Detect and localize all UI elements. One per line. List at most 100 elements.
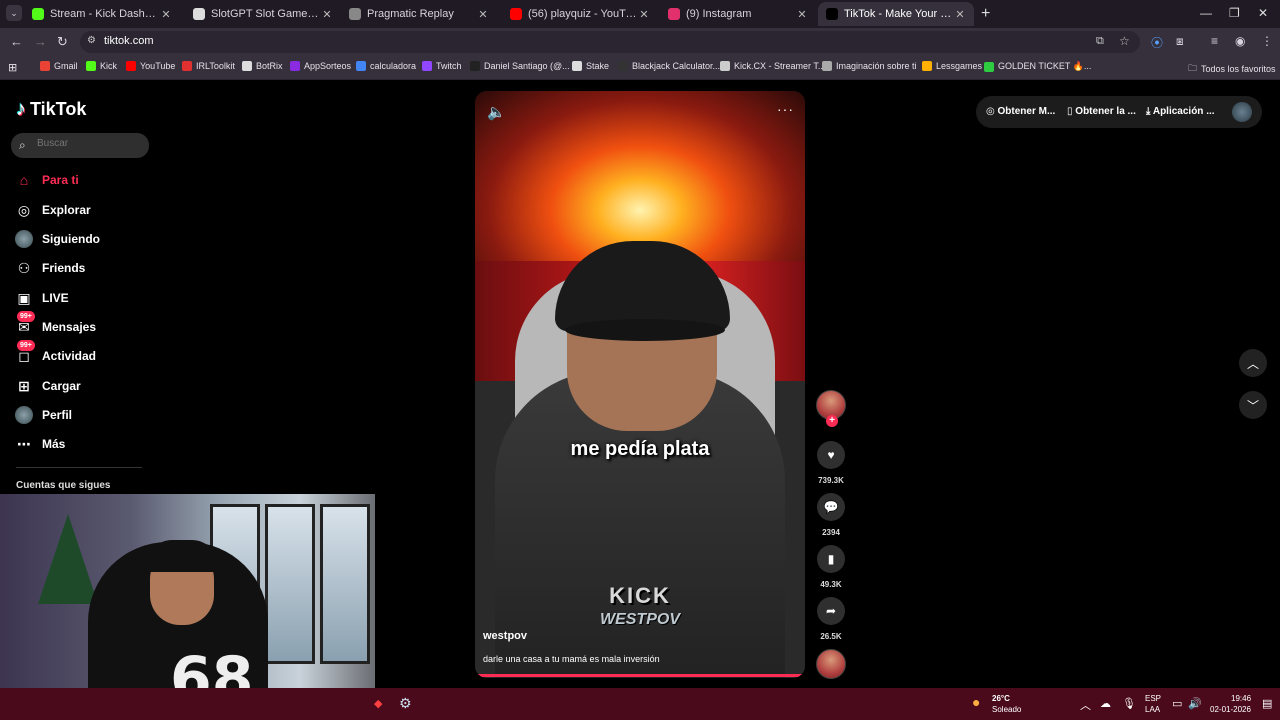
video-username[interactable]: westpov bbox=[483, 630, 527, 642]
sidebar-item-live-tv[interactable]: ▣ LIVE bbox=[15, 287, 68, 309]
video-progress-bar[interactable] bbox=[475, 674, 805, 677]
browser-menu-icon[interactable]: ⋮ bbox=[1261, 34, 1273, 48]
tiktok-logo[interactable]: ♪ TikTok bbox=[16, 98, 86, 121]
sidebar-item-following-avatar[interactable]: Siguiendo bbox=[15, 228, 100, 250]
bookmark-item[interactable]: Twitch bbox=[422, 61, 462, 71]
sidebar-item-compass[interactable]: ◎ Explorar bbox=[15, 199, 91, 221]
bookmark-item[interactable]: AppSorteos bbox=[290, 61, 351, 71]
sidebar-item-label: Para ti bbox=[42, 173, 79, 187]
search-box[interactable]: ⌕ bbox=[11, 133, 149, 158]
reload-icon[interactable]: ↻ bbox=[57, 34, 68, 50]
notifications-icon[interactable]: ▤ bbox=[1262, 697, 1272, 710]
browser-tab[interactable]: (9) Instagram ✕ bbox=[660, 2, 816, 26]
bookmark-item[interactable]: Gmail bbox=[40, 61, 78, 71]
browser-tab[interactable]: SlotGPT Slot Game por SlotGPT✕ bbox=[185, 2, 341, 26]
settings-gear-icon[interactable]: ⚙ bbox=[399, 695, 412, 712]
close-window-icon[interactable]: ✕ bbox=[1258, 6, 1268, 20]
tab-close-icon[interactable]: ✕ bbox=[638, 8, 650, 21]
apps-grid-icon[interactable]: ⊞ bbox=[8, 61, 17, 74]
taskbar-app-icon[interactable]: ◆ bbox=[374, 697, 382, 710]
bookmark-item[interactable]: YouTube bbox=[126, 61, 175, 71]
sidebar-item-activity[interactable]: ◻ 99+ Actividad bbox=[15, 340, 96, 367]
extension-blue-icon[interactable]: ⦿ bbox=[1151, 34, 1163, 51]
site-info-icon[interactable]: ⚙ bbox=[87, 35, 96, 46]
all-bookmarks-button[interactable]: 🗀 Todos los favoritos bbox=[1188, 61, 1276, 77]
bookmark-favicon-icon bbox=[618, 61, 628, 71]
onedrive-icon[interactable]: ☁ bbox=[1100, 697, 1111, 710]
forward-icon[interactable]: → bbox=[34, 34, 47, 49]
sidebar-item-messages[interactable]: ✉ 99+ Mensajes bbox=[15, 311, 96, 338]
desktop-app-button[interactable]: ⤓ Aplicación ... bbox=[1146, 106, 1215, 117]
bookmark-item[interactable]: IRLToolkit bbox=[182, 61, 235, 71]
install-app-icon[interactable]: ⧉ bbox=[1096, 35, 1104, 48]
bookmark-label: Lessgames bbox=[936, 61, 983, 71]
sidebar-item-home[interactable]: ⌂ Para ti bbox=[15, 169, 79, 191]
url-text[interactable]: tiktok.com bbox=[104, 35, 154, 47]
comment-button[interactable]: 💬 bbox=[817, 493, 845, 521]
language-bottom[interactable]: LAA bbox=[1145, 705, 1160, 714]
address-bar[interactable]: ⚙ tiktok.com ⧉ ☆ bbox=[80, 31, 1140, 53]
show-hidden-icons-chevron-icon[interactable]: ︿ bbox=[1080, 697, 1091, 713]
video-description: darle una casa a tu mamá es mala inversi… bbox=[483, 654, 660, 664]
sidebar-item-label: Más bbox=[42, 437, 66, 451]
bookmark-label: Kick.CX - Streamer T... bbox=[734, 61, 826, 71]
bookmark-item[interactable]: Daniel Santiago (@... bbox=[470, 61, 570, 71]
new-tab-button[interactable]: + bbox=[981, 5, 990, 23]
get-coins-button[interactable]: ◎ Obtener M... bbox=[986, 106, 1055, 117]
media-controls-icon[interactable]: ≡ bbox=[1211, 34, 1218, 48]
tab-close-icon[interactable]: ✕ bbox=[160, 8, 172, 21]
tab-close-icon[interactable]: ✕ bbox=[954, 8, 966, 21]
sidebar-item-profile-avatar[interactable]: Perfil bbox=[15, 404, 72, 426]
microphone-icon[interactable]: 🎙 bbox=[1122, 697, 1136, 710]
previous-video-button[interactable]: ︿ bbox=[1239, 349, 1267, 377]
video-more-options[interactable]: ··· bbox=[777, 101, 794, 117]
tab-search-chevron-icon[interactable]: ⌄ bbox=[6, 5, 22, 21]
bookmark-item[interactable]: BotRix bbox=[242, 61, 283, 71]
tab-favicon-icon bbox=[193, 8, 205, 20]
bookmark-item[interactable]: calculadora bbox=[356, 61, 416, 71]
tab-close-icon[interactable]: ✕ bbox=[477, 8, 489, 21]
bookmark-item[interactable]: Stake bbox=[572, 61, 609, 71]
save-button[interactable]: ▮ bbox=[817, 545, 845, 573]
network-icon[interactable]: ▭ bbox=[1172, 697, 1182, 710]
sidebar-item-more[interactable]: ⋯ Más bbox=[15, 433, 65, 455]
language-top[interactable]: ESP bbox=[1145, 694, 1161, 703]
bookmark-item[interactable]: Lessgames bbox=[922, 61, 982, 71]
bookmark-item[interactable]: GOLDEN TICKET 🔥... bbox=[984, 61, 1091, 72]
search-input[interactable] bbox=[37, 138, 137, 149]
like-button[interactable]: ♥ bbox=[817, 441, 845, 469]
bookmark-item[interactable]: Kick bbox=[86, 61, 117, 71]
next-video-button[interactable]: ﹀ bbox=[1239, 391, 1267, 419]
bookmark-star-icon[interactable]: ☆ bbox=[1119, 34, 1130, 48]
speaker-icon[interactable]: 🔊 bbox=[1188, 697, 1202, 710]
follow-plus-icon[interactable]: + bbox=[826, 415, 838, 427]
comment-icon: 💬 bbox=[823, 500, 839, 514]
extensions-puzzle-icon[interactable]: ⧆ bbox=[1176, 34, 1184, 49]
browser-tab[interactable]: TikTok - Make Your Day ✕ bbox=[818, 2, 974, 26]
bookmark-favicon-icon bbox=[922, 61, 932, 71]
clock-date[interactable]: 02-01-2026 bbox=[1210, 705, 1251, 714]
bookmark-item[interactable]: Kick.CX - Streamer T... bbox=[720, 61, 825, 71]
tab-close-icon[interactable]: ✕ bbox=[796, 8, 808, 21]
bookmark-item[interactable]: Imaginación sobre ti bbox=[822, 61, 917, 71]
download-icon: ⤓ bbox=[1146, 106, 1151, 117]
browser-tab[interactable]: Pragmatic Replay ✕ bbox=[341, 2, 497, 26]
sound-disc-avatar[interactable] bbox=[816, 649, 846, 679]
bookmark-item[interactable]: Blackjack Calculator... bbox=[618, 61, 720, 71]
tab-close-icon[interactable]: ✕ bbox=[321, 8, 333, 21]
sidebar-item-friends[interactable]: ⚇ Friends bbox=[15, 257, 86, 279]
sidebar-divider bbox=[16, 467, 142, 468]
user-avatar[interactable] bbox=[1232, 102, 1252, 122]
sidebar-item-upload[interactable]: ⊞ Cargar bbox=[15, 375, 81, 397]
profile-icon[interactable]: ◉ bbox=[1235, 34, 1245, 48]
browser-tab[interactable]: (56) playquiz - YouTube ✕ bbox=[502, 2, 658, 26]
volume-icon[interactable]: 🔈 bbox=[487, 103, 506, 121]
minimize-icon[interactable]: — bbox=[1200, 6, 1212, 20]
clock-time[interactable]: 19:46 bbox=[1231, 694, 1251, 703]
share-button[interactable]: ➦ bbox=[817, 597, 845, 625]
restore-icon[interactable]: ❐ bbox=[1229, 6, 1240, 20]
get-app-button[interactable]: ▯ Obtener la ... bbox=[1067, 106, 1136, 117]
browser-tab[interactable]: Stream - Kick Dashboard✕ bbox=[24, 2, 180, 26]
back-icon[interactable]: ← bbox=[10, 34, 23, 49]
video-player[interactable]: KICK WESTPOV me pedía plata 🔈 ··· westpo… bbox=[475, 91, 805, 678]
